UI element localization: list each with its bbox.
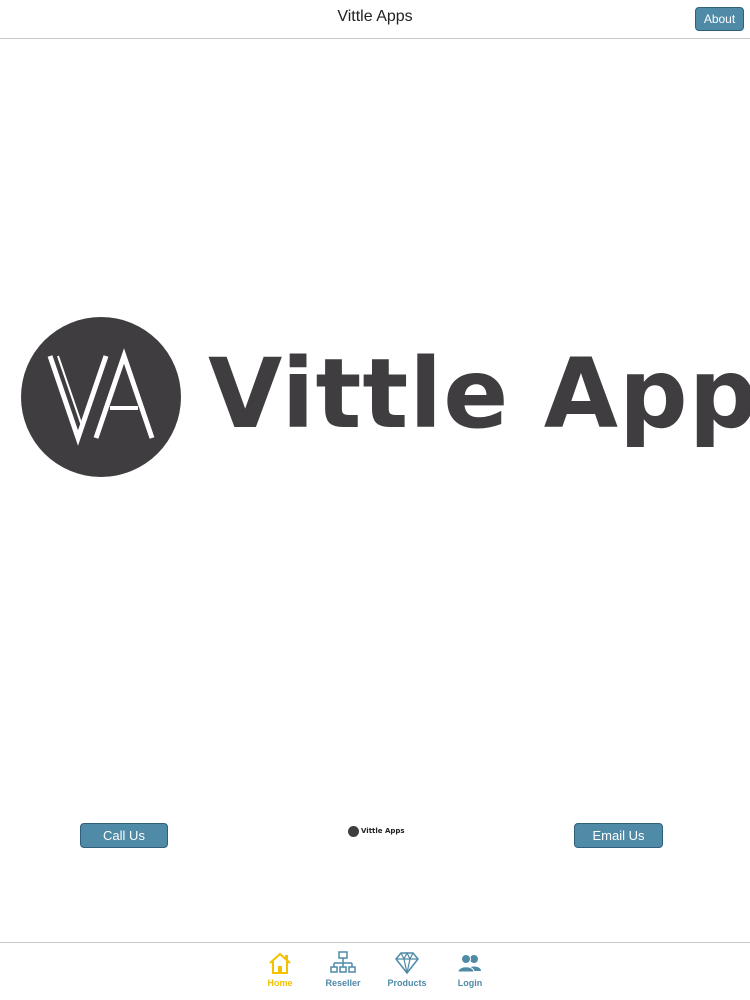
- mini-logo-icon: [348, 826, 359, 837]
- tab-reseller-label: Reseller: [325, 978, 361, 988]
- tab-bar: Home Reseller Products Login: [0, 942, 750, 1000]
- tab-products-label: Products: [387, 978, 427, 988]
- users-icon: [457, 954, 481, 973]
- brand-logo: Vittle Apps: [20, 316, 750, 482]
- tab-reseller[interactable]: Reseller: [313, 951, 373, 997]
- tab-login-label: Login: [457, 978, 483, 988]
- logo-wordmark: Vittle Apps: [208, 338, 750, 450]
- email-us-button[interactable]: Email Us: [574, 823, 663, 848]
- diamond-icon: [395, 951, 419, 975]
- page-title: Vittle Apps: [337, 8, 413, 25]
- logo-monogram-icon: [21, 317, 181, 477]
- about-button[interactable]: About: [695, 7, 744, 31]
- home-icon: [269, 952, 291, 974]
- navigation-bar: Vittle Apps About: [0, 0, 750, 39]
- mini-logo-text: Vittle Apps: [361, 827, 405, 835]
- call-us-button[interactable]: Call Us: [80, 823, 168, 848]
- network-icon: [330, 951, 356, 973]
- tab-products[interactable]: Products: [377, 951, 437, 997]
- tab-login[interactable]: Login: [440, 951, 500, 997]
- tab-home-label: Home: [267, 978, 293, 988]
- tab-home[interactable]: Home: [250, 951, 310, 997]
- app-screen: Vittle Apps About Vittle Apps Call Us Vi…: [0, 0, 750, 1000]
- mini-brand-logo: Vittle Apps: [348, 825, 408, 839]
